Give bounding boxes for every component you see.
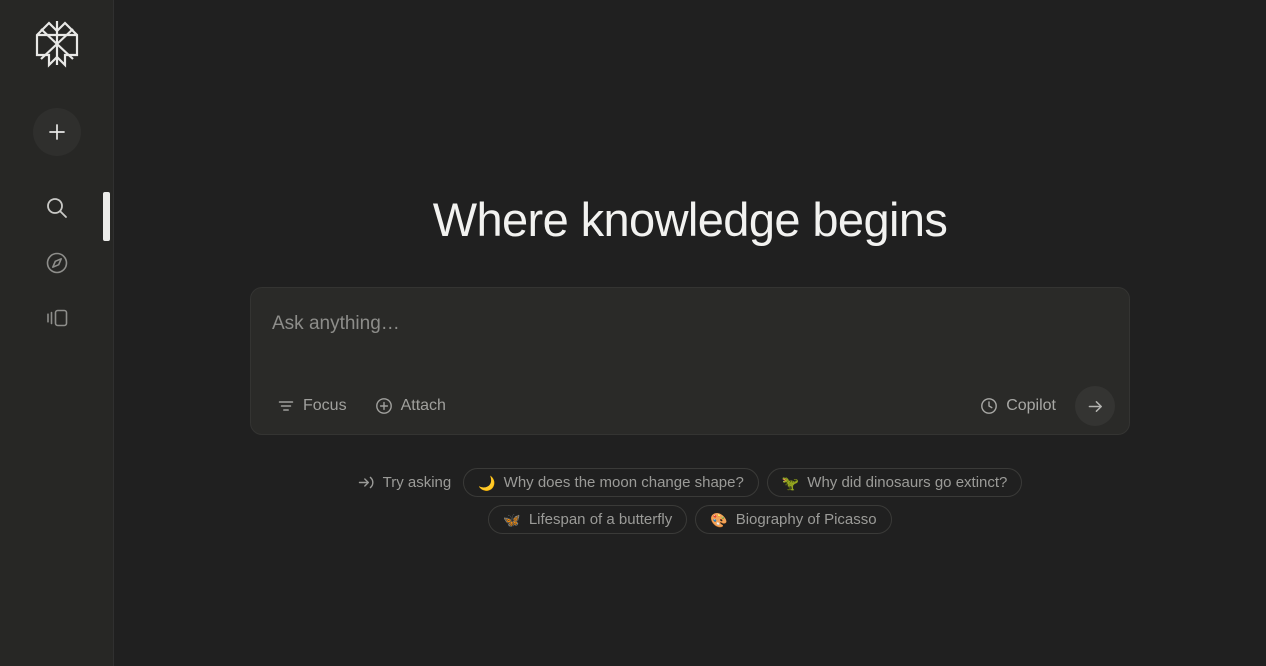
focus-label: Focus	[303, 397, 347, 414]
suggestion-row-2: 🦋 Lifespan of a butterfly 🎨 Biography of…	[250, 505, 1130, 534]
search-box[interactable]: Focus Attach Copilot	[250, 287, 1130, 435]
focus-button[interactable]: Focus	[271, 392, 353, 420]
suggestion-chip-label: Why did dinosaurs go extinct?	[807, 474, 1008, 491]
sidebar-scrollbar-thumb[interactable]	[103, 192, 110, 241]
suggestion-chip-butterfly[interactable]: 🦋 Lifespan of a butterfly	[488, 505, 688, 534]
try-asking-label: Try asking	[358, 474, 456, 491]
sidebar-item-search[interactable]	[37, 188, 77, 228]
butterfly-emoji: 🦋	[503, 511, 521, 528]
suggestion-chip-label: Biography of Picasso	[735, 511, 877, 528]
search-toolbar: Focus Attach Copilot	[251, 378, 1129, 434]
search-icon	[46, 198, 67, 218]
plus-circle-icon	[375, 398, 392, 414]
arrow-right-to-bracket-icon	[358, 476, 374, 489]
clock-icon	[981, 398, 998, 414]
suggestion-list: Try asking 🌙 Why does the moon change sh…	[250, 468, 1130, 534]
compass-icon	[46, 252, 67, 274]
sidebar-item-discover[interactable]	[37, 243, 77, 283]
perplexity-logo[interactable]	[27, 13, 87, 73]
page-title: Where knowledge begins	[432, 193, 948, 246]
filter-icon	[278, 401, 294, 411]
artist-palette-emoji: 🎨	[710, 511, 728, 528]
copilot-toggle[interactable]: Copilot	[980, 397, 1056, 415]
home-content: Where knowledge begins Focus	[114, 0, 1266, 534]
perplexity-logo-icon	[35, 21, 78, 68]
suggestion-chip-label: Lifespan of a butterfly	[528, 511, 673, 528]
attach-button[interactable]: Attach	[369, 392, 452, 420]
main-area: Where knowledge begins Focus	[114, 0, 1266, 666]
sidebar-item-library[interactable]	[37, 298, 77, 338]
library-icon	[46, 309, 67, 327]
plus-icon	[48, 124, 65, 140]
attach-label: Attach	[400, 397, 446, 414]
arrow-right-icon	[1088, 400, 1102, 412]
suggestion-chip-dinosaurs[interactable]: 🦖 Why did dinosaurs go extinct?	[766, 468, 1023, 497]
suggestion-chip-label: Why does the moon change shape?	[503, 474, 744, 491]
copilot-label: Copilot	[1006, 397, 1056, 414]
sidebar	[0, 0, 114, 666]
try-asking-text: Try asking	[382, 474, 452, 491]
new-thread-button[interactable]	[32, 108, 81, 156]
suggestion-chip-moon[interactable]: 🌙 Why does the moon change shape?	[463, 468, 759, 497]
search-input[interactable]	[272, 313, 972, 335]
submit-button[interactable]	[1075, 386, 1115, 426]
suggestion-chip-picasso[interactable]: 🎨 Biography of Picasso	[695, 505, 892, 534]
crescent-moon-emoji: 🌙	[478, 474, 496, 491]
t-rex-emoji: 🦖	[781, 474, 800, 491]
